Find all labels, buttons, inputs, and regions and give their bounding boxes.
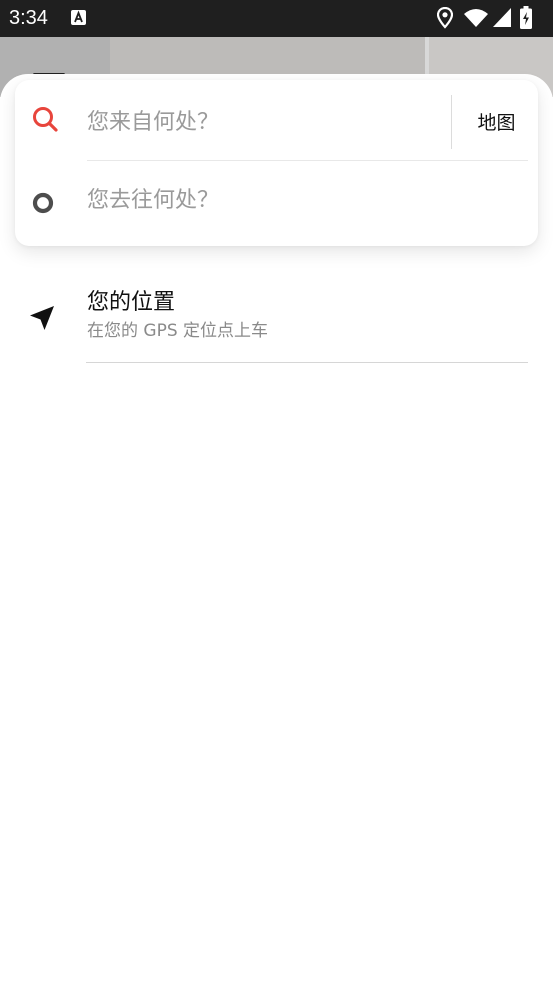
battery-charging-icon xyxy=(520,6,532,29)
wifi-icon xyxy=(464,9,488,27)
location-pin-icon xyxy=(437,7,453,29)
pickup-input[interactable]: 您来自何处？ xyxy=(87,80,447,162)
pickup-row[interactable]: 您来自何处？ 地图 xyxy=(15,80,538,162)
accessibility-a-icon xyxy=(71,10,86,25)
vertical-divider xyxy=(451,95,452,149)
status-time: 3:34 xyxy=(9,7,48,29)
destination-ring-icon xyxy=(32,192,54,214)
search-icon xyxy=(31,105,59,133)
status-bar: 3:34 xyxy=(0,0,553,37)
bottom-sheet: 您来自何处？ 地图 您去往何处？ 您的位置 在您的 GPS 定位点上车 xyxy=(0,74,553,984)
destination-input[interactable]: 您去往何处？ xyxy=(87,164,517,246)
row-divider xyxy=(87,160,528,161)
destination-row[interactable]: 您去往何处？ xyxy=(15,164,538,246)
search-card: 您来自何处？ 地图 您去往何处？ xyxy=(15,80,538,246)
your-location-item[interactable]: 您的位置 在您的 GPS 定位点上车 xyxy=(0,274,553,364)
location-subtitle: 在您的 GPS 定位点上车 xyxy=(87,321,269,341)
map-button[interactable]: 地图 xyxy=(455,80,538,162)
list-divider xyxy=(86,362,528,363)
status-icons xyxy=(437,6,545,29)
signal-icon xyxy=(493,8,511,27)
location-title: 您的位置 xyxy=(87,290,176,315)
navigation-arrow-icon xyxy=(29,305,55,331)
